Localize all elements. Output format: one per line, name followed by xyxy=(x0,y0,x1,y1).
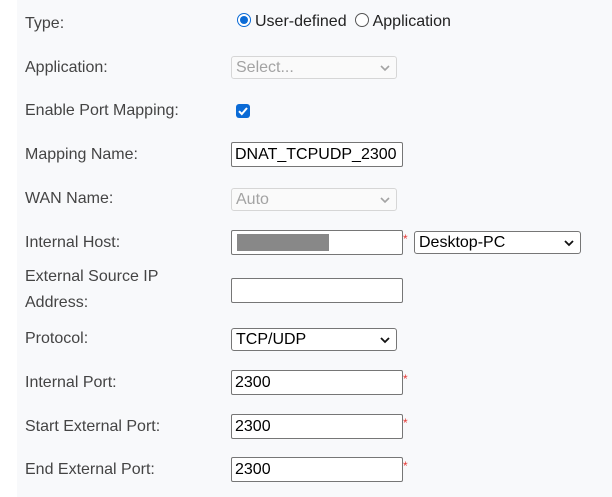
internal-host-device-value: Desktop-PC xyxy=(419,234,506,251)
wan-name-select[interactable]: Auto xyxy=(231,188,397,211)
redacted-ip-block xyxy=(237,234,329,251)
internal-host-input[interactable] xyxy=(231,230,403,255)
internal-host-label: Internal Host: xyxy=(25,234,121,251)
type-row: Type: User-defined Application xyxy=(17,2,612,46)
external-source-ip-row: External Source IP Address: xyxy=(17,264,612,320)
user-defined-radio-label[interactable]: User-defined xyxy=(255,13,347,30)
external-source-ip-label-line2: Address: xyxy=(25,294,89,311)
mapping-name-row: Mapping Name: DNAT_TCPUDP_2300 xyxy=(17,133,612,177)
user-defined-radio[interactable] xyxy=(237,13,251,27)
end-external-port-input[interactable]: 2300 xyxy=(231,457,403,482)
application-radio-label[interactable]: Application xyxy=(373,13,451,30)
application-select[interactable]: Select... xyxy=(231,56,397,79)
application-select-value: Select... xyxy=(236,59,294,76)
port-mapping-page: Type: User-defined Application Applicatio… xyxy=(0,0,612,497)
type-label: Type: xyxy=(25,15,65,32)
required-asterisk: * xyxy=(403,459,408,473)
type-radio-group: User-defined Application xyxy=(237,13,459,31)
chevron-down-icon xyxy=(564,240,574,247)
internal-port-label: Internal Port: xyxy=(25,374,117,391)
protocol-label: Protocol: xyxy=(25,330,89,347)
external-source-ip-label-line1: External Source IP xyxy=(25,268,159,285)
mapping-name-input[interactable]: DNAT_TCPUDP_2300 xyxy=(231,142,403,167)
application-row: Application: Select... xyxy=(17,46,612,90)
wan-name-label: WAN Name: xyxy=(25,190,114,207)
mapping-name-label: Mapping Name: xyxy=(25,146,138,163)
application-label: Application: xyxy=(25,59,108,76)
port-mapping-form: Type: User-defined Application Applicatio… xyxy=(17,0,612,497)
required-asterisk: * xyxy=(403,416,408,430)
application-radio[interactable] xyxy=(354,13,369,27)
wan-name-row: WAN Name: Auto xyxy=(17,178,612,222)
protocol-select-value: TCP/UDP xyxy=(236,331,307,348)
internal-port-input[interactable]: 2300 xyxy=(231,370,403,395)
start-external-port-row: Start External Port: 2300 * xyxy=(17,405,612,449)
end-external-port-row: End External Port: 2300 * xyxy=(17,448,612,492)
start-external-port-label: Start External Port: xyxy=(25,418,161,435)
internal-port-row: Internal Port: 2300 * xyxy=(17,361,612,405)
chevron-down-icon xyxy=(380,197,390,204)
enable-port-mapping-row: Enable Port Mapping: xyxy=(17,90,612,134)
required-asterisk: * xyxy=(403,372,408,386)
internal-host-device-select[interactable]: Desktop-PC xyxy=(414,231,581,254)
start-external-port-input[interactable]: 2300 xyxy=(231,414,403,439)
end-external-port-label: End External Port: xyxy=(25,461,155,478)
internal-host-row: Internal Host: * Desktop-PC xyxy=(17,221,612,265)
checkmark-icon xyxy=(238,107,248,116)
external-source-ip-input[interactable] xyxy=(231,278,403,303)
chevron-down-icon xyxy=(380,65,390,72)
protocol-select[interactable]: TCP/UDP xyxy=(231,328,397,351)
chevron-down-icon xyxy=(380,337,390,344)
enable-port-mapping-checkbox[interactable] xyxy=(236,104,250,118)
required-asterisk: * xyxy=(403,232,408,246)
enable-port-mapping-label: Enable Port Mapping: xyxy=(25,102,179,119)
protocol-row: Protocol: TCP/UDP xyxy=(17,318,612,362)
wan-name-select-value: Auto xyxy=(236,191,269,208)
